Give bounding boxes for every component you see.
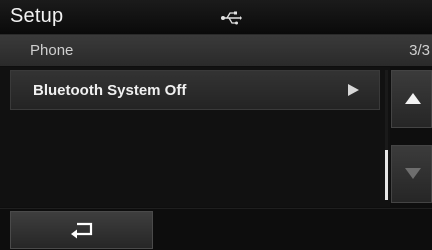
setup-screen: Setup Phone 3/3 Bluetooth System Off: [0, 0, 432, 250]
triangle-down-icon: [405, 168, 421, 179]
back-button[interactable]: [10, 211, 153, 249]
play-icon: [348, 84, 359, 96]
scroll-down-button[interactable]: [391, 145, 432, 203]
settings-list: Bluetooth System Off: [0, 67, 390, 207]
list-item-bluetooth-system-off[interactable]: Bluetooth System Off: [10, 70, 380, 110]
title-bar: Setup: [0, 0, 432, 35]
triangle-up-icon: [405, 93, 421, 104]
list-item-label: Bluetooth System Off: [33, 82, 187, 99]
bottom-bar: [0, 208, 432, 250]
section-label: Phone: [30, 42, 74, 59]
page-counter: 3/3: [409, 42, 430, 59]
usb-icon: [221, 11, 242, 25]
page-title: Setup: [10, 5, 64, 27]
scroll-up-button[interactable]: [391, 70, 432, 128]
return-arrow-icon: [71, 222, 93, 239]
scrollbar-thumb[interactable]: [385, 150, 388, 200]
section-header: Phone 3/3: [0, 35, 432, 66]
